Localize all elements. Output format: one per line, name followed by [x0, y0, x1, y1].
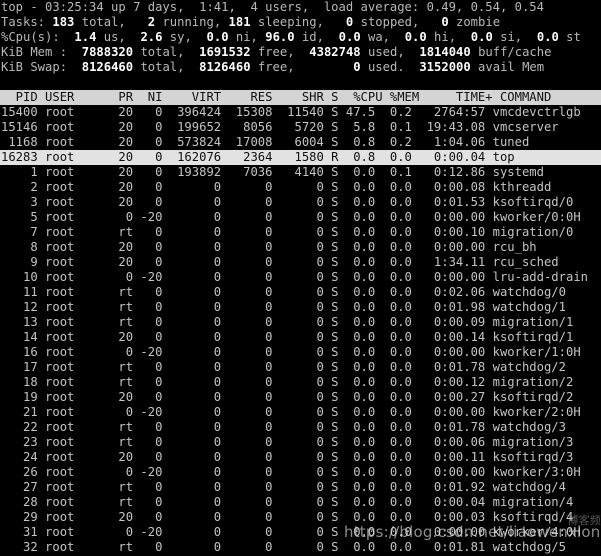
table-row[interactable]: 8 root 20 0 0 0 0 S 0.0 0.0 0:00.00 rcu_…: [0, 240, 601, 255]
tasks-zombie-label: zombie: [448, 15, 501, 29]
cpu-sy-value: 2.6: [140, 30, 163, 44]
table-row[interactable]: 22 root rt 0 0 0 0 S 0.0 0.0 0:01.78 wat…: [0, 420, 601, 435]
swap-total-value: 8126460: [81, 60, 134, 74]
tasks-stopped-label: stopped,: [353, 15, 420, 29]
table-row[interactable]: 3 root 20 0 0 0 0 S 0.0 0.0 0:01.53 ksof…: [0, 195, 601, 210]
tasks-sleeping-value: 181: [228, 15, 251, 29]
mem-used-value: 4382748: [309, 45, 361, 59]
swap-free-value: 8126460: [199, 60, 251, 74]
tasks-running-label: running,: [155, 15, 222, 29]
mem-buff-label: buff/cache: [470, 45, 552, 59]
cpu-id-label: id,: [294, 30, 324, 44]
cpu-si-value: 0.0: [470, 30, 493, 44]
tasks-label: Tasks:: [1, 15, 46, 29]
table-row[interactable]: 26 root 0 -20 0 0 0 S 0.0 0.0 0:00.00 kw…: [0, 465, 601, 480]
cpu-wa-label: wa,: [360, 30, 391, 44]
table-row[interactable]: 15400 root 20 0 396424 15308 11540 S 47.…: [0, 105, 601, 120]
process-table-header[interactable]: PID USER PR NI VIRT RES SHR S %CPU %MEM …: [0, 90, 601, 105]
table-row[interactable]: 11 root rt 0 0 0 0 S 0.0 0.0 0:02.06 wat…: [0, 285, 601, 300]
table-row[interactable]: 7 root rt 0 0 0 0 S 0.0 0.0 0:00.10 migr…: [0, 225, 601, 240]
mem-free-value: 1691532: [199, 45, 251, 59]
tasks-line: Tasks: 183 total, 2 running, 181 sleepin…: [0, 15, 601, 30]
table-row[interactable]: 12 root rt 0 0 0 0 S 0.0 0.0 0:01.98 wat…: [0, 300, 601, 315]
summary-area: top - 03:25:34 up 7 days, 1:41, 4 users,…: [0, 0, 601, 75]
table-row[interactable]: 13 root rt 0 0 0 0 S 0.0 0.0 0:00.09 mig…: [0, 315, 601, 330]
swap-total-label: total,: [133, 60, 185, 74]
table-row[interactable]: 16283 root 20 0 162076 2364 1580 R 0.8 0…: [0, 150, 601, 165]
tasks-total-value: 183: [52, 15, 75, 29]
cpu-ni-label: ni,: [228, 30, 258, 44]
table-row[interactable]: 15146 root 20 0 199652 8056 5720 S 5.8 0…: [0, 120, 601, 135]
mem-total-value: 7888320: [81, 45, 134, 59]
cpu-ni-value: 0.0: [206, 30, 229, 44]
cpu-id-value: 96.0: [265, 30, 295, 44]
swap-used-label: used.: [360, 60, 405, 74]
table-row[interactable]: 24 root 20 0 0 0 0 S 0.0 0.0 0:00.11 kso…: [0, 450, 601, 465]
table-row[interactable]: 31 root 0 -20 0 0 0 S 0.0 0.0 0:00.00 kw…: [0, 525, 601, 540]
tasks-total-label: total,: [74, 15, 126, 29]
table-row[interactable]: 18 root rt 0 0 0 0 S 0.0 0.0 0:00.12 mig…: [0, 375, 601, 390]
mem-buff-value: 1814040: [419, 45, 471, 59]
table-row[interactable]: 28 root rt 0 0 0 0 S 0.0 0.0 0:00.04 mig…: [0, 495, 601, 510]
cpu-us-value: 1.4: [74, 30, 97, 44]
cpu-wa-value: 0.0: [338, 30, 361, 44]
cpu-st-value: 0.0: [536, 30, 559, 44]
tasks-zombie-value: 0: [441, 15, 449, 29]
table-row[interactable]: 1 root 20 0 193892 7036 4140 S 0.0 0.1 0…: [0, 165, 601, 180]
table-row[interactable]: 5 root 0 -20 0 0 0 S 0.0 0.0 0:00.00 kwo…: [0, 210, 601, 225]
mem-free-label: free,: [250, 45, 295, 59]
table-row[interactable]: 19 root 20 0 0 0 0 S 0.0 0.0 0:00.27 kso…: [0, 390, 601, 405]
table-row[interactable]: 32 root rt 0 0 0 0 S 0.0 0.0 0:01.81 wat…: [0, 540, 601, 555]
cpu-hi-value: 0.0: [404, 30, 427, 44]
table-row[interactable]: 29 root 20 0 0 0 0 S 0.0 0.0 0:00.03 kso…: [0, 510, 601, 525]
top-terminal-window: top - 03:25:34 up 7 days, 1:41, 4 users,…: [0, 0, 601, 556]
swap-avail-value: 3152000: [419, 60, 471, 74]
table-row[interactable]: 9 root 20 0 0 0 0 S 0.0 0.0 1:34.11 rcu_…: [0, 255, 601, 270]
tasks-sleeping-label: sleeping,: [250, 15, 324, 29]
cpu-sy-label: sy,: [162, 30, 192, 44]
table-row[interactable]: 2 root 20 0 0 0 0 S 0.0 0.0 0:00.08 kthr…: [0, 180, 601, 195]
swap-avail-label: avail Mem: [470, 60, 545, 74]
process-table-body: 15400 root 20 0 396424 15308 11540 S 47.…: [0, 105, 601, 555]
table-row[interactable]: 21 root 0 -20 0 0 0 S 0.0 0.0 0:00.00 kw…: [0, 405, 601, 420]
mem-line: KiB Mem : 7888320 total, 1691532 free, 4…: [0, 45, 601, 60]
cpu-si-label: si,: [492, 30, 523, 44]
cpu-label: %Cpu(s):: [1, 30, 60, 44]
table-row[interactable]: 14 root 20 0 0 0 0 S 0.0 0.0 0:00.14 kso…: [0, 330, 601, 345]
table-row[interactable]: 27 root rt 0 0 0 0 S 0.0 0.0 0:01.92 wat…: [0, 480, 601, 495]
table-row[interactable]: 17 root rt 0 0 0 0 S 0.0 0.0 0:01.78 wat…: [0, 360, 601, 375]
table-row[interactable]: 10 root 0 -20 0 0 0 S 0.0 0.0 0:00.00 lr…: [0, 270, 601, 285]
mem-label: KiB Mem :: [1, 45, 68, 59]
swap-free-label: free,: [250, 60, 295, 74]
cpu-hi-label: hi,: [426, 30, 457, 44]
swap-line: KiB Swap: 8126460 total, 8126460 free, 0…: [0, 60, 601, 75]
swap-label: KiB Swap:: [1, 60, 68, 74]
uptime-line: top - 03:25:34 up 7 days, 1:41, 4 users,…: [0, 0, 601, 15]
cpu-line: %Cpu(s): 1.4 us, 2.6 sy, 0.0 ni, 96.0 id…: [0, 30, 601, 45]
mem-total-label: total,: [133, 45, 185, 59]
table-row[interactable]: 23 root rt 0 0 0 0 S 0.0 0.0 0:00.06 mig…: [0, 435, 601, 450]
cpu-us-label: us,: [96, 30, 126, 44]
swap-used-value: 0: [353, 60, 361, 74]
cpu-st-label: st: [558, 30, 581, 44]
table-row[interactable]: 16 root 0 -20 0 0 0 S 0.0 0.0 0:00.00 kw…: [0, 345, 601, 360]
table-row[interactable]: 1168 root 20 0 573824 17008 6004 S 0.8 0…: [0, 135, 601, 150]
mem-used-label: used,: [360, 45, 405, 59]
uptime-text: top - 03:25:34 up 7 days, 1:41, 4 users,…: [1, 0, 544, 14]
